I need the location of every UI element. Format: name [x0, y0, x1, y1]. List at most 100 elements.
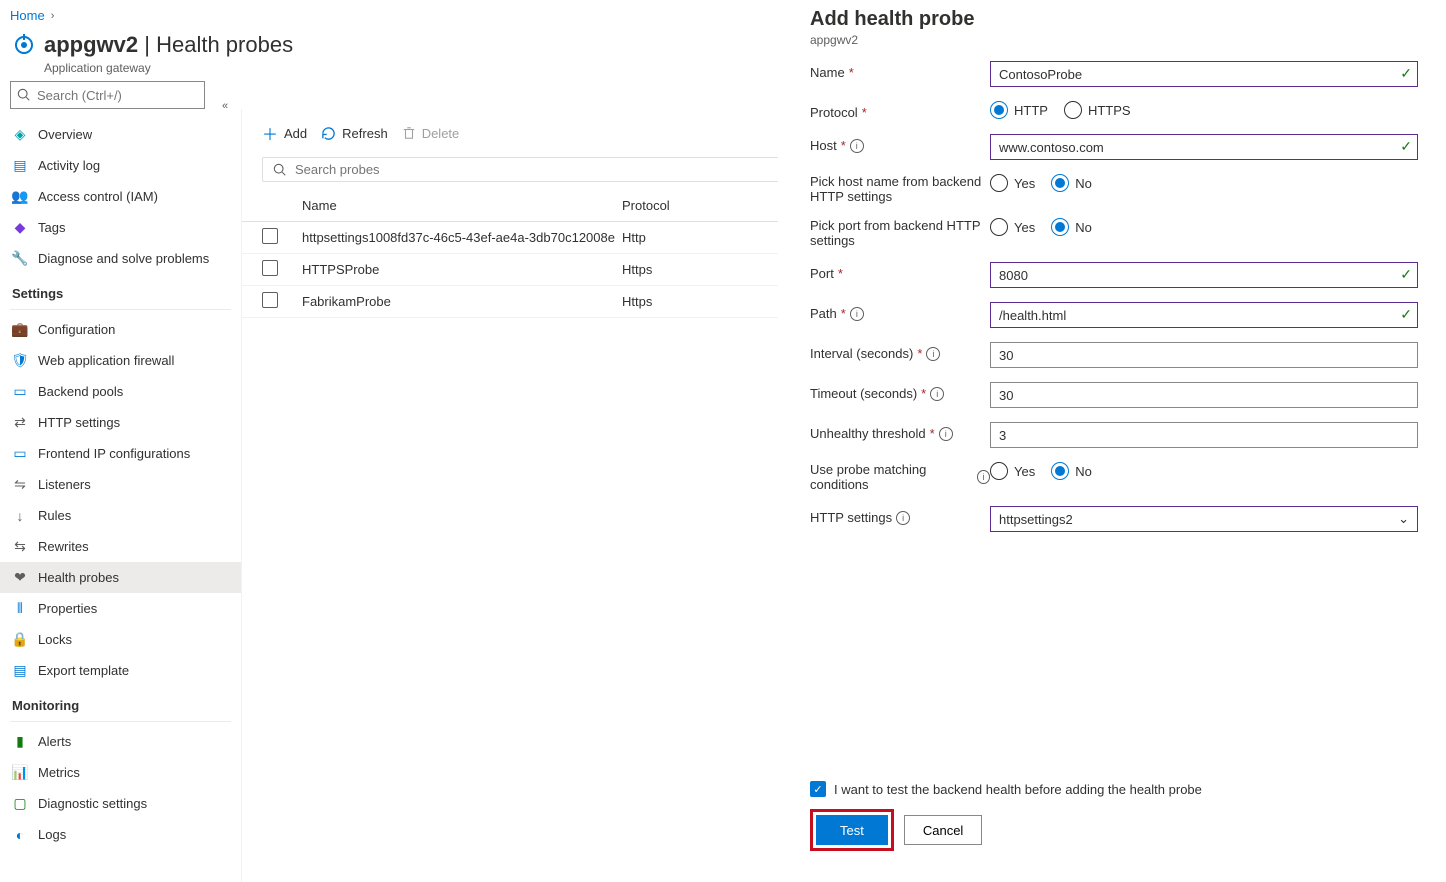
label-name: Name *	[810, 61, 990, 80]
select-http-settings[interactable]: httpsettings2 ⌄	[990, 506, 1418, 532]
check-icon: ✓	[1400, 65, 1412, 82]
input-interval[interactable]	[990, 342, 1418, 368]
info-icon[interactable]: i	[930, 387, 944, 401]
label-pick-port: Pick port from backend HTTP settings	[810, 218, 990, 248]
test-button-highlight: Test	[810, 809, 894, 851]
add-health-probe-panel: Add health probe appgwv2 Name * ✓ Protoc…	[778, 0, 1446, 869]
sidebar-item-frontend-ip-configurations[interactable]: ▭Frontend IP configurations	[0, 438, 241, 469]
nav-label: Backend pools	[38, 384, 123, 399]
nav-icon: ▮	[12, 734, 28, 750]
sidebar-item-properties[interactable]: ⫴Properties	[0, 593, 241, 624]
sidebar-item-logs[interactable]: ◐ Logs	[0, 819, 241, 850]
breadcrumb-home-link[interactable]: Home	[10, 8, 45, 23]
label-host: Host * i	[810, 134, 990, 153]
sidebar-item-diagnose-and-solve-problems[interactable]: 🔧Diagnose and solve problems	[0, 243, 241, 274]
input-unhealthy[interactable]	[990, 422, 1418, 448]
test-checkbox[interactable]: ✓	[810, 781, 826, 797]
nav-label: Overview	[38, 127, 92, 142]
delete-button[interactable]: Delete	[402, 126, 460, 141]
info-icon[interactable]: i	[939, 427, 953, 441]
sidebar-item-locks[interactable]: 🔒Locks	[0, 624, 241, 655]
radio-https[interactable]: HTTPS	[1064, 101, 1131, 119]
sidebar-item-tags[interactable]: ◆ Tags	[0, 212, 241, 243]
row-checkbox[interactable]	[262, 260, 278, 276]
nav-icon: ◐	[12, 827, 28, 843]
info-icon[interactable]: i	[896, 511, 910, 525]
radio-pickport-yes[interactable]: Yes	[990, 218, 1035, 236]
nav-icon: ▭	[12, 384, 28, 400]
cancel-button[interactable]: Cancel	[904, 815, 982, 845]
refresh-icon	[321, 126, 336, 141]
input-timeout[interactable]	[990, 382, 1418, 408]
info-icon[interactable]: i	[926, 347, 940, 361]
radio-http[interactable]: HTTP	[990, 101, 1048, 119]
test-button[interactable]: Test	[816, 815, 888, 845]
sidebar-item-backend-pools[interactable]: ▭ Backend pools	[0, 376, 241, 407]
radio-matching-no[interactable]: No	[1051, 462, 1092, 480]
label-pick-host: Pick host name from backend HTTP setting…	[810, 174, 990, 204]
sidebar-item-listeners[interactable]: ⇋ Listeners	[0, 469, 241, 500]
nav-label: Metrics	[38, 765, 80, 780]
refresh-button[interactable]: Refresh	[321, 126, 388, 141]
row-checkbox[interactable]	[262, 292, 278, 308]
nav-label: Frontend IP configurations	[38, 446, 190, 461]
nav-label: Listeners	[38, 477, 91, 492]
info-icon[interactable]: i	[977, 470, 990, 484]
radio-matching-yes[interactable]: Yes	[990, 462, 1035, 480]
sidebar-item-http-settings[interactable]: ⇄HTTP settings	[0, 407, 241, 438]
input-path[interactable]	[990, 302, 1418, 328]
nav-label: Access control (IAM)	[38, 189, 158, 204]
radio-pickhost-yes[interactable]: Yes	[990, 174, 1035, 192]
nav-label: Alerts	[38, 734, 71, 749]
radio-pickport-no[interactable]: No	[1051, 218, 1092, 236]
nav-icon: ⇆	[12, 539, 28, 555]
nav-label: Tags	[38, 220, 65, 235]
sidebar-item-configuration[interactable]: 💼 Configuration	[0, 314, 241, 345]
nav-label: Export template	[38, 663, 129, 678]
nav-label: HTTP settings	[38, 415, 120, 430]
nav-label: Locks	[38, 632, 72, 647]
sidebar-search[interactable]	[10, 81, 205, 109]
radio-pickhost-no[interactable]: No	[1051, 174, 1092, 192]
sidebar-item-health-probes[interactable]: ❤Health probes	[0, 562, 241, 593]
sidebar-item-diagnostic-settings[interactable]: ▢ Diagnostic settings	[0, 788, 241, 819]
label-matching: Use probe matching conditionsi	[810, 462, 990, 492]
nav-icon: ⇋	[12, 477, 28, 493]
input-host[interactable]	[990, 134, 1418, 160]
input-port[interactable]	[990, 262, 1418, 288]
label-path: Path * i	[810, 302, 990, 321]
nav-icon: 💼	[12, 322, 28, 338]
sidebar-item-activity-log[interactable]: ▤ Activity log	[0, 150, 241, 181]
nav-icon: 📊	[12, 765, 28, 781]
nav-label: Rules	[38, 508, 71, 523]
check-icon: ✓	[1400, 306, 1412, 323]
panel-title: Add health probe	[810, 8, 1418, 31]
sidebar-item-alerts[interactable]: ▮ Alerts	[0, 726, 241, 757]
sidebar-item-rewrites[interactable]: ⇆Rewrites	[0, 531, 241, 562]
sidebar-item-metrics[interactable]: 📊 Metrics	[0, 757, 241, 788]
nav-icon: ▤	[12, 158, 28, 174]
col-header-name[interactable]: Name	[302, 198, 622, 213]
cell-name: HTTPSProbe	[302, 262, 622, 277]
sidebar-item-rules[interactable]: ↓Rules	[0, 500, 241, 531]
nav-icon: ▤	[12, 663, 28, 679]
search-icon	[273, 163, 287, 177]
sidebar-item-access-control-iam-[interactable]: 👥Access control (IAM)	[0, 181, 241, 212]
nav-icon: ▢	[12, 796, 28, 812]
add-button[interactable]: ＋ Add	[262, 121, 307, 145]
sidebar-item-export-template[interactable]: ▤ Export template	[0, 655, 241, 686]
nav-label: Configuration	[38, 322, 115, 337]
nav-icon: ◆	[12, 220, 28, 236]
input-name[interactable]	[990, 61, 1418, 87]
sidebar-item-overview[interactable]: ◈Overview	[0, 119, 241, 150]
nav-label: Activity log	[38, 158, 100, 173]
row-checkbox[interactable]	[262, 228, 278, 244]
nav-label: Logs	[38, 827, 66, 842]
info-icon[interactable]: i	[850, 307, 864, 321]
nav-label: Diagnostic settings	[38, 796, 147, 811]
panel-footer: ✓ I want to test the backend health befo…	[810, 766, 1418, 869]
info-icon[interactable]: i	[850, 139, 864, 153]
nav-label: Health probes	[38, 570, 119, 585]
sidebar-item-web-application-firewall[interactable]: 🛡Web application firewall	[0, 345, 241, 376]
sidebar-search-input[interactable]	[37, 88, 213, 103]
